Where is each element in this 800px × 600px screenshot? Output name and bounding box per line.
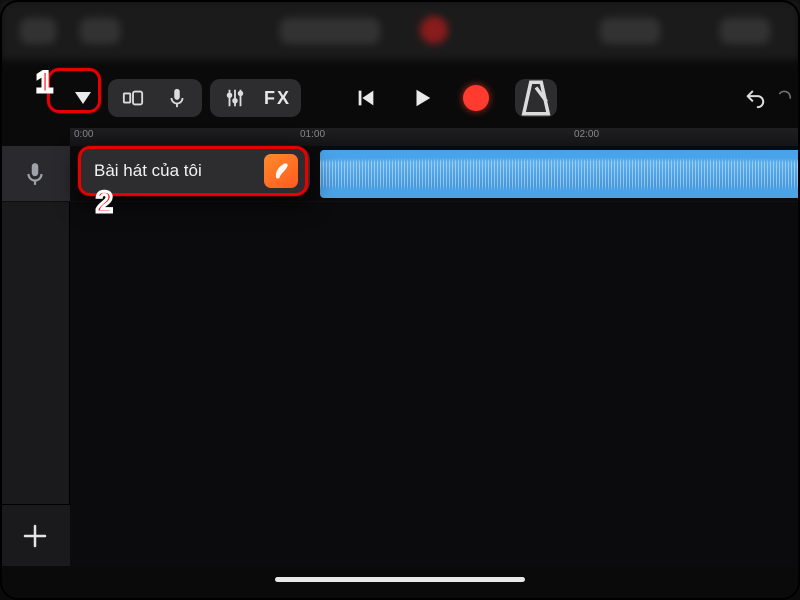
add-track-button[interactable] bbox=[0, 504, 70, 566]
ruler-tick-0: 0:00 bbox=[74, 129, 93, 140]
record-icon[interactable] bbox=[463, 85, 489, 111]
play-icon[interactable] bbox=[407, 83, 437, 113]
skip-back-icon[interactable] bbox=[351, 83, 381, 113]
ruler-tick-2: 02:00 bbox=[574, 129, 599, 140]
my-songs-dropdown[interactable] bbox=[58, 83, 108, 113]
transport-controls bbox=[351, 83, 489, 113]
view-controls-pill bbox=[108, 79, 202, 117]
history-controls bbox=[740, 70, 800, 126]
timeline-ruler[interactable]: 0:00 01:00 02:00 bbox=[70, 128, 800, 146]
metronome-icon[interactable] bbox=[515, 79, 557, 117]
mix-controls-pill: FX bbox=[210, 79, 301, 117]
blurred-top-nav bbox=[0, 0, 800, 60]
track-header-audio[interactable] bbox=[0, 146, 70, 202]
tracks-area[interactable] bbox=[70, 146, 800, 566]
ios-home-indicator bbox=[275, 577, 525, 582]
mixer-sliders-icon[interactable] bbox=[220, 83, 250, 113]
ruler-tick-1: 01:00 bbox=[300, 129, 325, 140]
main-toolbar: FX bbox=[0, 70, 800, 126]
popover-title: Bài hát của tôi bbox=[94, 161, 252, 181]
waveform bbox=[320, 154, 800, 194]
garageband-app-icon bbox=[264, 154, 298, 188]
track-browser-icon[interactable] bbox=[118, 83, 148, 113]
garageband-editor: FX bbox=[0, 0, 800, 600]
my-songs-popover[interactable]: Bài hát của tôi bbox=[78, 146, 310, 196]
audio-clip[interactable] bbox=[320, 150, 800, 198]
microphone-icon[interactable] bbox=[162, 83, 192, 113]
fx-button[interactable]: FX bbox=[264, 88, 291, 109]
undo-icon[interactable] bbox=[740, 83, 770, 113]
redo-icon[interactable] bbox=[776, 83, 794, 113]
track-header-column bbox=[0, 146, 70, 566]
